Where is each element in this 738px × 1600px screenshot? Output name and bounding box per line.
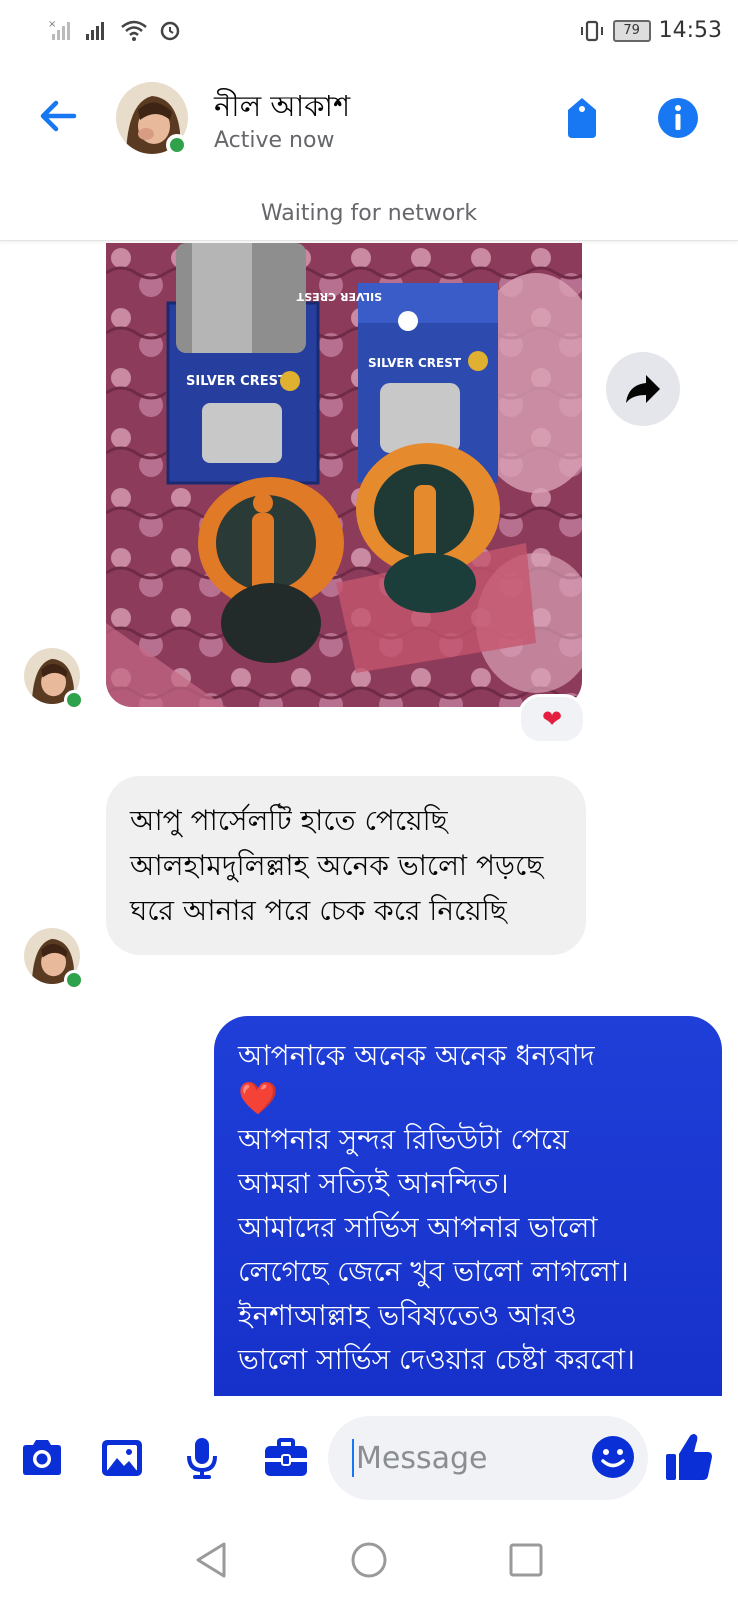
message-placeholder: Message — [356, 1440, 488, 1476]
briefcase-button[interactable] — [262, 1434, 310, 1482]
camera-icon — [23, 1440, 61, 1475]
message-line: ইনশাআল্লাহ ভবিষ্যতেও আরও — [238, 1299, 577, 1332]
voice-button[interactable] — [178, 1434, 226, 1482]
heart-icon: ❤ — [541, 705, 563, 733]
alarm-icon — [160, 21, 180, 41]
active-status: Active now — [214, 128, 335, 153]
home-circle-icon — [351, 1542, 387, 1578]
battery-icon: 79 — [612, 19, 651, 42]
forward-icon — [626, 375, 660, 403]
message-line: আমাদের সার্ভিস আপনার ভালো — [238, 1211, 598, 1244]
signal-icon — [86, 22, 104, 40]
svg-text:×: × — [48, 19, 56, 30]
status-left: × — [48, 18, 182, 42]
message-composer: Message — [0, 1396, 738, 1520]
message-line: আমরা সত্যিই আনন্দিত। — [238, 1167, 509, 1200]
thumbs-up-icon — [666, 1434, 712, 1480]
outgoing-message[interactable]: আপনাকে অনেক অনেক ধন্যবাদ ❤️ আপনার সুন্দর… — [214, 1016, 722, 1396]
info-button[interactable] — [656, 96, 700, 140]
vibrate-icon — [580, 20, 603, 41]
message-line: আপনার সুন্দর রিভিউটা পেয়ে — [238, 1123, 569, 1156]
gallery-icon — [102, 1440, 142, 1476]
heart-reaction[interactable]: ❤ — [518, 694, 586, 744]
no-sim-icon: × — [48, 19, 70, 40]
emoji-icon — [601, 1449, 625, 1468]
online-indicator — [64, 970, 84, 990]
briefcase-icon — [265, 1438, 307, 1476]
nav-back-button[interactable] — [190, 1538, 234, 1582]
status-bar: × 79 14:53 — [0, 0, 738, 62]
camera-button[interactable] — [18, 1434, 66, 1482]
back-arrow-icon — [40, 100, 77, 132]
nav-home-button[interactable] — [347, 1538, 391, 1582]
microphone-icon — [187, 1438, 217, 1479]
box-label-flipped: SILVER CREST — [296, 290, 382, 303]
nav-recents-button[interactable] — [504, 1538, 548, 1582]
info-icon — [658, 98, 698, 138]
message-line: লেগেছে জেনে খুব ভালো লাগলো। — [238, 1255, 629, 1288]
network-status-banner: Waiting for network — [0, 186, 738, 241]
back-button[interactable] — [34, 92, 82, 140]
emoji-button[interactable] — [592, 1436, 634, 1478]
back-triangle-icon — [196, 1542, 226, 1578]
product-photo: SILVER CREST SILVER CREST SILVER CREST — [106, 243, 582, 707]
box-label-right: SILVER CREST — [368, 356, 462, 370]
online-indicator — [166, 134, 188, 156]
gallery-button[interactable] — [98, 1434, 146, 1482]
recents-square-icon — [509, 1543, 543, 1577]
tag-button[interactable] — [560, 94, 604, 142]
status-right: 79 14:53 — [579, 18, 722, 43]
phone-tag-icon — [568, 98, 596, 138]
status-time: 14:53 — [658, 18, 722, 43]
incoming-message[interactable]: আপু পার্সেলটি হাতে পেয়েছি আলহামদুলিল্লা… — [106, 776, 586, 955]
photo-message[interactable]: SILVER CREST SILVER CREST SILVER CREST — [106, 243, 582, 707]
system-nav-bar — [0, 1520, 738, 1600]
wifi-icon — [121, 20, 147, 41]
contact-name[interactable]: নীল আকাশ — [214, 84, 350, 133]
conversation-header: নীল আকাশ Active now — [0, 62, 738, 178]
message-line: ভালো সার্ভিস দেওয়ার চেষ্টা করবো। — [238, 1343, 635, 1376]
battery-level: 79 — [623, 23, 640, 38]
box-label-left: SILVER CREST — [186, 374, 287, 389]
like-button[interactable] — [664, 1430, 714, 1484]
online-indicator — [64, 690, 84, 710]
heart-emoji: ❤️ — [238, 1079, 278, 1117]
message-line: আপনাকে অনেক অনেক ধন্যবাদ — [238, 1039, 595, 1072]
text-cursor — [352, 1439, 354, 1477]
forward-button[interactable] — [606, 352, 680, 426]
